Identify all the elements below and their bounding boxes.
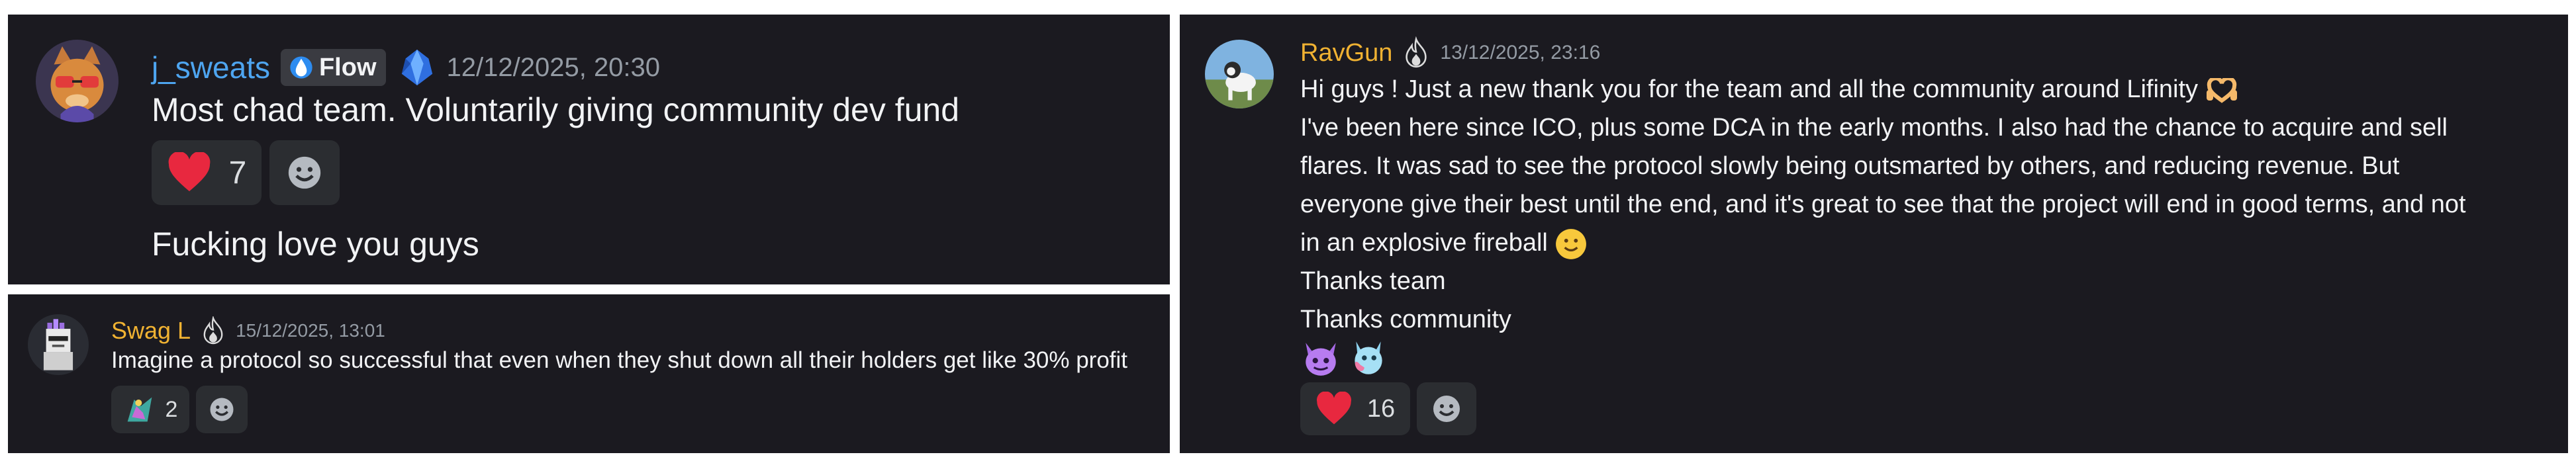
message-card: j_sweats Flow 12/12/2025, 20:30 Most cha… [8, 15, 1170, 284]
slight-smile-icon [1556, 229, 1587, 259]
add-reaction-icon [288, 156, 321, 189]
reactions: 16 [1300, 382, 1476, 435]
message-header: RavGun 13/12/2025, 23:16 [1300, 34, 1600, 71]
message-line: Thanks community [1300, 306, 1511, 333]
timestamp: 15/12/2025, 13:01 [236, 320, 385, 341]
heart-icon [168, 152, 211, 192]
heart-icon [1316, 392, 1351, 425]
avatar[interactable] [1205, 40, 1274, 108]
custom-emoji-icon [127, 397, 152, 422]
message-header: j_sweats Flow 12/12/2025, 20:30 [152, 41, 660, 94]
reactions: 2 [111, 386, 248, 433]
message-text: in an explosive fireball [1300, 229, 1548, 257]
heart-hands-icon [2206, 77, 2237, 103]
message-line: everyone give their best until the end, … [1300, 191, 2466, 218]
flame-badge-icon [203, 316, 223, 345]
username[interactable]: Swag L [111, 317, 191, 345]
message-card: Swag L 15/12/2025, 13:01 Imagine a proto… [8, 294, 1170, 453]
add-reaction-button[interactable] [196, 386, 248, 433]
message-line: flares. It was sad to see the protocol s… [1300, 152, 2400, 180]
timestamp: 13/12/2025, 23:16 [1440, 42, 1601, 64]
message-header: Swag L 15/12/2025, 13:01 [111, 314, 385, 347]
add-reaction-icon [210, 398, 234, 421]
message-card: RavGun 13/12/2025, 23:16 Hi guys ! Just … [1180, 15, 2568, 453]
water-drop-icon [290, 56, 312, 79]
sticker-emojis [1300, 337, 1396, 378]
guild-tag-label: Flow [318, 53, 377, 81]
add-reaction-button[interactable] [1417, 382, 1476, 435]
reactions: 7 [152, 140, 340, 205]
reaction-count: 16 [1366, 394, 1396, 423]
message-text: Imagine a protocol so successful that ev… [111, 347, 1128, 373]
guild-tag[interactable]: Flow [280, 49, 386, 86]
crystal-badge-icon [401, 49, 432, 86]
reaction-heart[interactable]: 16 [1300, 382, 1410, 435]
username[interactable]: j_sweats [152, 50, 270, 85]
purple-creature-icon [1306, 343, 1336, 376]
message-line: I've been here since ICO, plus some DCA … [1300, 114, 2448, 142]
add-reaction-button[interactable] [269, 140, 340, 205]
message-line: Hi guys ! Just a new thank you for the t… [1300, 70, 2545, 108]
avatar[interactable] [28, 314, 89, 375]
reaction-count: 7 [228, 155, 247, 191]
avatar[interactable] [36, 40, 119, 122]
message-text: Fucking love you guys [152, 226, 479, 263]
message-line: in an explosive fireball [1300, 224, 2545, 262]
flame-badge-icon [1406, 36, 1427, 68]
message-line: Thanks team [1300, 267, 1446, 295]
reaction-heart[interactable]: 7 [152, 140, 262, 205]
reaction-custom[interactable]: 2 [111, 386, 189, 433]
timestamp: 12/12/2025, 20:30 [446, 52, 661, 82]
reaction-count: 2 [165, 396, 178, 422]
blue-creature-icon [1355, 341, 1382, 374]
message-text: Most chad team. Voluntarily giving commu… [152, 91, 960, 128]
message-text: Hi guys ! Just a new thank you for the t… [1300, 75, 2199, 103]
add-reaction-icon [1433, 396, 1460, 422]
username[interactable]: RavGun [1300, 39, 1392, 67]
message-body: Hi guys ! Just a new thank you for the t… [1300, 70, 2545, 339]
